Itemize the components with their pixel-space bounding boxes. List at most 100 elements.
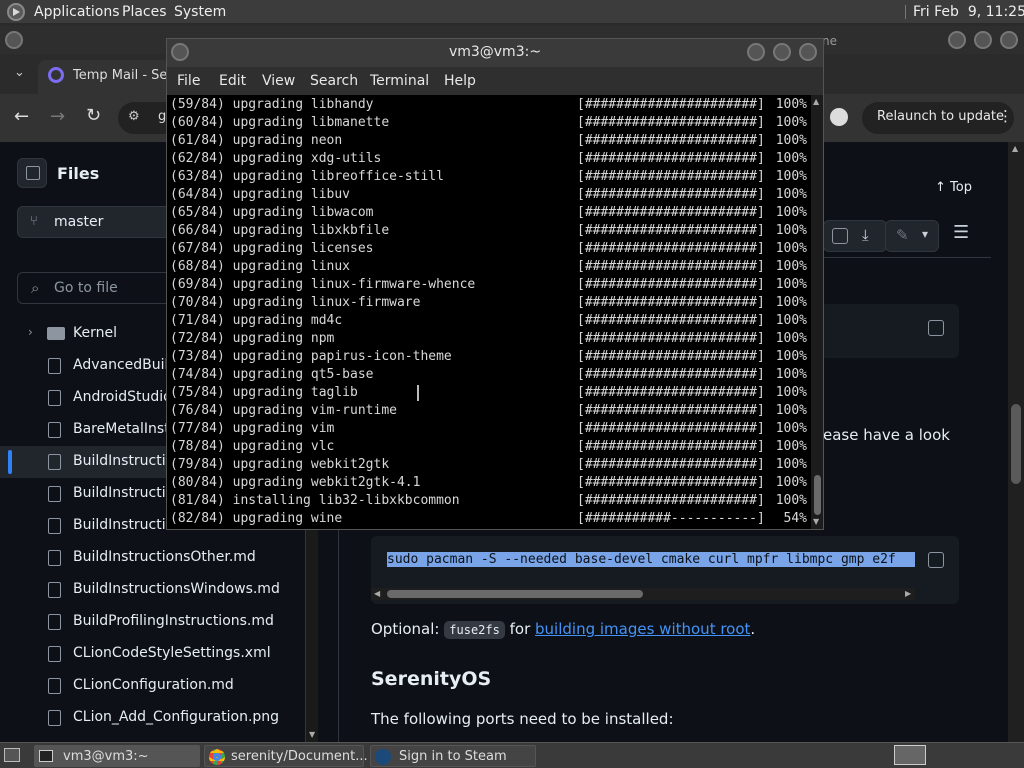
scroll-left-icon[interactable]: ◀: [374, 589, 380, 598]
scroll-down-icon[interactable]: ▼: [813, 517, 819, 526]
folder-icon: [47, 327, 65, 340]
top-link[interactable]: ↑ Top: [935, 180, 972, 195]
menu-help[interactable]: Help: [444, 73, 476, 89]
go-to-file-input[interactable]: ⌕ Go to file: [17, 272, 177, 304]
minimize-icon[interactable]: [747, 43, 765, 61]
address-bar[interactable]: ⚙ g: [118, 102, 168, 134]
task-chrome[interactable]: serenity/Document...: [204, 745, 368, 767]
copy-raw-icon[interactable]: [832, 228, 848, 244]
progress-percent: 54%: [783, 511, 807, 526]
scroll-right-icon[interactable]: ▶: [905, 589, 911, 598]
file-row[interactable]: BuildInstructionsWindows.md: [0, 574, 306, 606]
scroll-down-icon[interactable]: ▼: [309, 730, 315, 739]
temp-mail-favicon-icon: [48, 67, 64, 83]
search-placeholder: Go to file: [54, 280, 118, 296]
code-scroll-thumb[interactable]: [387, 590, 643, 598]
profile-avatar-icon[interactable]: [830, 108, 848, 126]
maximize-icon[interactable]: [773, 43, 791, 61]
reload-icon[interactable]: ↻: [86, 105, 101, 126]
terminal-scroll-thumb[interactable]: [814, 475, 821, 515]
tab-list-chevron-icon[interactable]: ⌄: [14, 65, 25, 80]
maximize-icon[interactable]: [974, 31, 992, 49]
file-name: CLion_Add_Configuration.png: [73, 709, 280, 725]
collapse-sidebar-button[interactable]: [17, 158, 47, 188]
task-label: Sign in to Steam: [399, 749, 507, 764]
progress-bar-text: [######################]: [577, 493, 765, 508]
menu-search[interactable]: Search: [310, 73, 358, 89]
arrow-up-icon: ↑: [935, 180, 946, 195]
terminal-line: (77/84) upgrading vim: [170, 421, 335, 436]
relaunch-button[interactable]: Relaunch to update ⋮: [862, 102, 1014, 134]
tab-temp-mail[interactable]: Temp Mail - Sec: [38, 60, 175, 94]
serenityos-heading: SerenityOS: [371, 668, 492, 690]
chevron-right-icon[interactable]: ›: [28, 325, 33, 339]
file-row[interactable]: BuildProfilingInstructions.md: [0, 606, 306, 638]
minimize-icon[interactable]: [948, 31, 966, 49]
close-icon[interactable]: [799, 43, 817, 61]
progress-bar-text: [######################]: [577, 403, 765, 418]
terminal-output[interactable]: (59/84) upgrading libhandy [#############…: [167, 95, 811, 529]
file-name: BuildInstructionsWindows.md: [73, 581, 280, 597]
file-name: BuildProfilingInstructions.md: [73, 613, 274, 629]
progress-percent: 100%: [775, 277, 807, 292]
file-row[interactable]: CLion_Add_Configuration.png: [0, 702, 306, 734]
progress-percent: 100%: [775, 187, 807, 202]
menu-edit[interactable]: Edit: [219, 73, 246, 89]
copy-code-icon[interactable]: [928, 320, 944, 336]
file-icon: [48, 518, 61, 534]
close-icon[interactable]: [1000, 31, 1018, 49]
progress-bar-text: [######################]: [577, 439, 765, 454]
file-name: BuildInstructionsOther.md: [73, 549, 256, 565]
task-terminal[interactable]: vm3@vm3:~: [34, 745, 200, 767]
progress-bar-text: [######################]: [577, 421, 765, 436]
terminal-title: vm3@vm3:~: [448, 44, 542, 60]
terminal-line: (78/84) upgrading vlc: [170, 439, 335, 454]
branch-icon: ⑂: [30, 214, 38, 229]
outline-list-icon[interactable]: ☰: [953, 222, 969, 243]
branch-selector[interactable]: ⑂ master: [17, 206, 177, 238]
progress-percent: 100%: [775, 385, 807, 400]
scroll-up-icon[interactable]: ▲: [813, 97, 819, 106]
workspace-switcher-icon[interactable]: [894, 745, 926, 765]
steam-icon: [375, 749, 391, 765]
menu-view[interactable]: View: [262, 73, 295, 89]
applications-menu[interactable]: Applications: [34, 4, 120, 20]
progress-percent: 100%: [775, 223, 807, 238]
page-scrollbar[interactable]: ▲: [1008, 142, 1024, 742]
pencil-icon[interactable]: ✎: [896, 226, 909, 244]
file-icon: [48, 454, 61, 470]
progress-percent: 100%: [775, 403, 807, 418]
file-row[interactable]: CLionCodeStyleSettings.xml: [0, 638, 306, 670]
pacman-command[interactable]: sudo pacman -S --needed base-devel cmake…: [387, 552, 915, 567]
scroll-up-icon[interactable]: ▲: [1012, 144, 1018, 153]
menu-file[interactable]: File: [177, 73, 200, 89]
system-menu[interactable]: System: [174, 4, 226, 20]
code-horizontal-scrollbar[interactable]: ◀ ▶: [371, 588, 915, 600]
show-desktop-icon[interactable]: [4, 748, 20, 762]
menu-terminal[interactable]: Terminal: [370, 73, 429, 89]
distro-logo-icon[interactable]: [7, 3, 25, 21]
progress-bar-text: [######################]: [577, 259, 765, 274]
copy-code-icon[interactable]: [928, 552, 944, 568]
back-arrow-icon[interactable]: ←: [14, 106, 29, 127]
download-icon[interactable]: ⤓: [862, 226, 869, 244]
file-row[interactable]: CLionConfiguration.md: [0, 670, 306, 702]
places-menu[interactable]: Places: [122, 4, 167, 20]
more-menu-icon[interactable]: ⋮: [998, 107, 1013, 125]
terminal-line: (74/84) upgrading qt5-base: [170, 367, 374, 382]
page-scroll-thumb[interactable]: [1011, 404, 1021, 484]
task-steam[interactable]: Sign in to Steam: [370, 745, 536, 767]
progress-percent: 100%: [775, 133, 807, 148]
progress-bar-text: [######################]: [577, 151, 765, 166]
forward-arrow-icon[interactable]: →: [50, 106, 65, 127]
file-row[interactable]: BuildInstructionsOther.md: [0, 542, 306, 574]
partial-paragraph: ease have a look: [823, 426, 950, 444]
clock[interactable]: Fri Feb 9, 11:25:57: [913, 4, 1024, 20]
progress-percent: 100%: [775, 97, 807, 112]
site-settings-icon[interactable]: ⚙: [128, 109, 140, 124]
edit-dropdown-chevron-icon[interactable]: ▾: [922, 227, 928, 241]
building-images-link[interactable]: building images without root: [535, 620, 750, 638]
terminal-scrollbar[interactable]: ▲ ▼: [811, 95, 823, 529]
window-menu-icon[interactable]: [5, 31, 23, 49]
progress-bar-text: [######################]: [577, 457, 765, 472]
